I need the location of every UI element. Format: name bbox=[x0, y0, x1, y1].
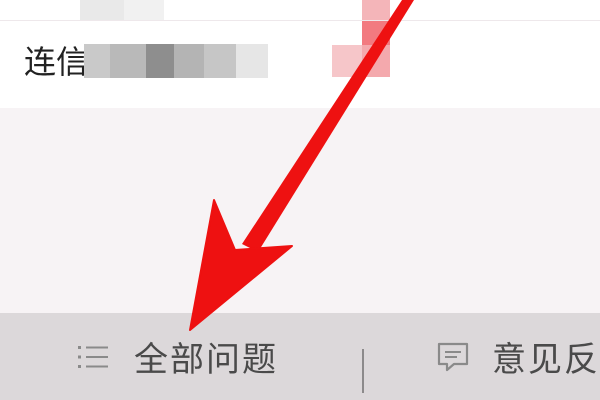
list-icon bbox=[78, 345, 108, 368]
tab-divider bbox=[362, 349, 364, 393]
redacted-mosaic bbox=[84, 44, 110, 78]
question-list: 连信 bbox=[0, 0, 600, 108]
redacted-mosaic bbox=[332, 45, 362, 77]
tab-label: 全部问题 bbox=[134, 340, 278, 380]
redacted-mosaic bbox=[146, 44, 174, 78]
tab-label: 意见反 bbox=[492, 340, 600, 380]
list-item-label: 连信 bbox=[24, 43, 89, 81]
list-item[interactable] bbox=[0, 0, 600, 20]
redacted-mosaic bbox=[362, 21, 390, 45]
tab-all-questions[interactable]: 全部问题 bbox=[76, 313, 278, 400]
redacted-mosaic bbox=[110, 44, 146, 78]
tab-feedback[interactable]: 意见反 bbox=[436, 313, 600, 400]
redacted-mosaic bbox=[124, 0, 164, 20]
chat-icon bbox=[437, 342, 469, 371]
redacted-mosaic bbox=[236, 44, 268, 78]
bottom-tab-bar: 全部问题 意见反 bbox=[0, 313, 600, 400]
redacted-mosaic bbox=[204, 44, 236, 78]
redacted-mosaic bbox=[174, 44, 204, 78]
redacted-mosaic bbox=[362, 0, 390, 20]
redacted-mosaic bbox=[80, 0, 124, 20]
redacted-mosaic bbox=[362, 45, 390, 77]
